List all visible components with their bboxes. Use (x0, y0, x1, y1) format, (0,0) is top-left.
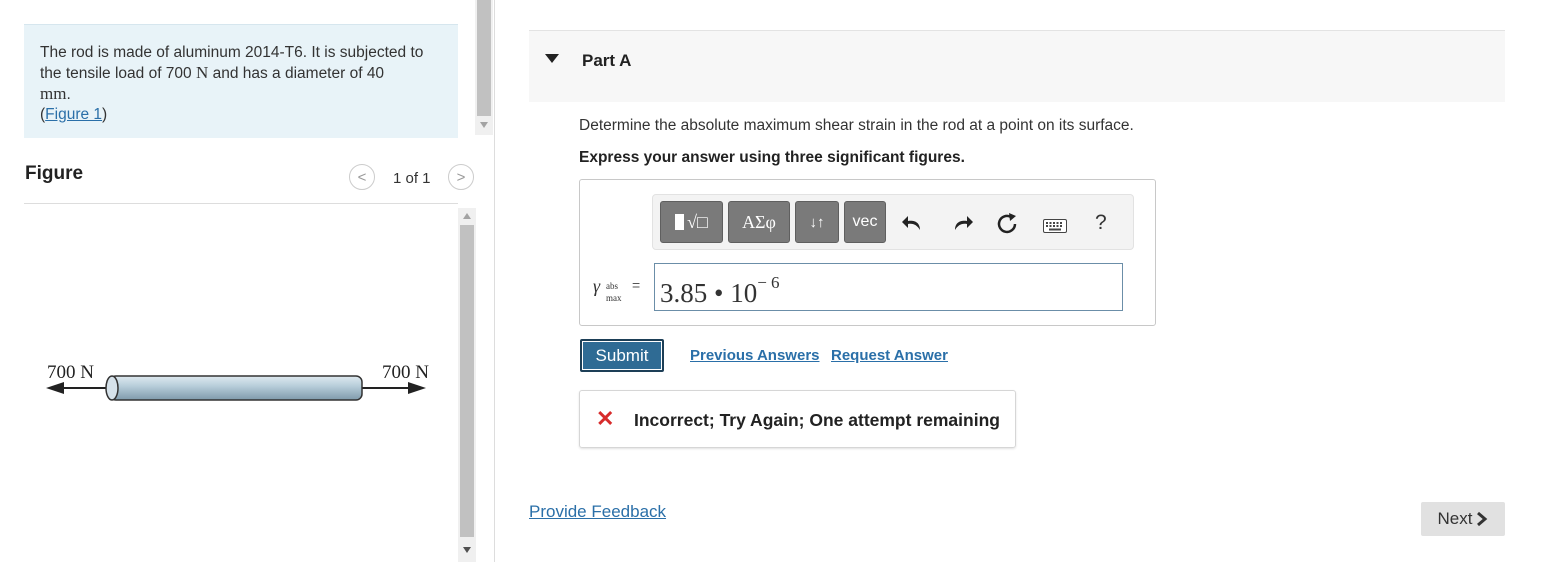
feedback-message: Incorrect; Try Again; One attempt remain… (634, 410, 1000, 430)
help-button[interactable]: ? (1095, 211, 1107, 235)
submit-button[interactable]: Submit (580, 339, 664, 372)
rod-body (109, 375, 363, 401)
subscript-abs: abs (606, 281, 618, 291)
figure-pager: 1 of 1 (393, 170, 431, 187)
subscript-max: max (606, 293, 622, 303)
figure-next-button[interactable]: > (448, 164, 474, 190)
chevron-left-icon: < (357, 168, 367, 186)
caret-down-icon[interactable] (545, 54, 559, 64)
vector-button[interactable]: vec (844, 201, 886, 243)
chevron-right-icon: > (456, 168, 466, 186)
part-title: Part A (582, 51, 632, 70)
answer-mantissa: 3.85 • 10 (660, 278, 758, 308)
equals-sign: = (632, 277, 641, 293)
template-block-icon (675, 214, 685, 230)
rod-figure: 700 N 700 N (46, 362, 429, 401)
gamma-symbol: γ (593, 276, 601, 296)
sqrt-icon: √□ (687, 211, 708, 232)
answer-exponent: − 6 (757, 273, 780, 292)
templates-button[interactable]: √□ (660, 201, 723, 243)
problem-scrollbar[interactable] (475, 0, 493, 135)
question-text: Determine the absolute maximum shear str… (579, 117, 1134, 134)
incorrect-icon: ✕ (596, 406, 615, 431)
left-arrow (46, 382, 110, 394)
arrows-button[interactable]: ↓↑ (795, 201, 839, 243)
problem-statement: The rod is made of aluminum 2014-T6. It … (24, 24, 458, 138)
figure-scrollbar[interactable] (458, 208, 476, 562)
unit-mm: mm (40, 84, 67, 103)
figure-title: Figure (25, 163, 84, 184)
keyboard-icon[interactable] (1043, 219, 1067, 233)
greek-symbols-button[interactable]: ΑΣφ (728, 201, 790, 243)
unit-newton: N (195, 63, 209, 82)
answer-variable: γ (593, 276, 600, 297)
scrollbar-thumb[interactable] (460, 225, 474, 537)
figure-prev-button[interactable]: < (349, 164, 375, 190)
undo-icon[interactable] (902, 213, 924, 233)
answer-input[interactable]: 3.85 • 10− 6 (654, 263, 1123, 311)
right-arrow (362, 382, 426, 394)
chevron-right-icon (1477, 511, 1488, 527)
redo-icon[interactable] (951, 213, 973, 233)
problem-period: . (66, 86, 71, 103)
request-answer-link[interactable]: Request Answer (831, 347, 948, 364)
problem-text-2: and has a diameter of 40 (212, 65, 385, 82)
previous-answers-link[interactable]: Previous Answers (690, 347, 820, 364)
instruction-text: Express your answer using three signific… (579, 149, 965, 166)
next-label: Next (1437, 509, 1473, 528)
figure-link[interactable]: Figure 1 (45, 106, 102, 123)
provide-feedback-link[interactable]: Provide Feedback (529, 502, 666, 522)
rod-end-face (105, 375, 119, 401)
left-load-label: 700 N (47, 362, 94, 383)
reset-icon[interactable] (996, 212, 1020, 236)
pane-divider[interactable] (494, 0, 495, 562)
right-load-label: 700 N (382, 362, 429, 383)
scrollbar-thumb[interactable] (477, 0, 491, 116)
part-header[interactable] (529, 30, 1505, 102)
next-button[interactable]: Next (1421, 502, 1505, 536)
figure-divider (24, 203, 458, 204)
